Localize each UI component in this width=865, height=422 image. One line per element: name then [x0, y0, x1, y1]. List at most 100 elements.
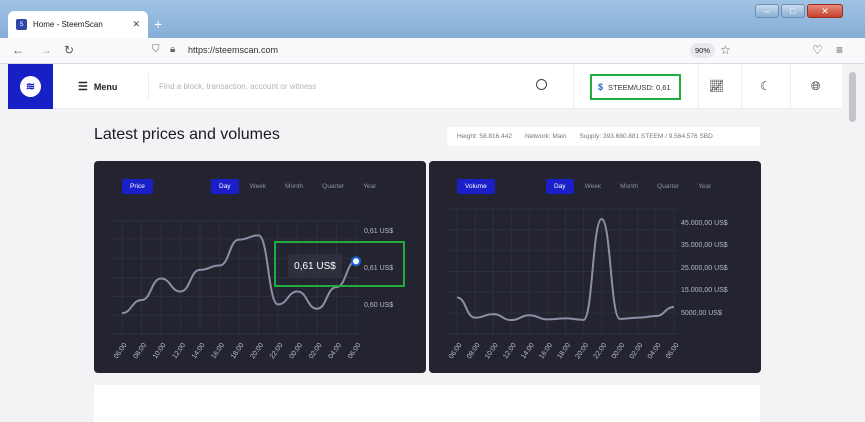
x-tick-label: 18:00 [556, 342, 572, 360]
header-divider [573, 64, 574, 109]
address-bar[interactable]: ⛉ 🔒︎ https://steemscan.com 90% ☆ [150, 41, 742, 61]
x-tick-label: 14:00 [191, 342, 207, 360]
tab-year[interactable]: Year [690, 179, 719, 194]
data-point [546, 318, 548, 320]
data-point [492, 313, 494, 315]
x-tick-label: 10:00 [484, 342, 500, 360]
y-tick-label: 25.000,00 US$ [681, 265, 728, 272]
scrollbar-thumb[interactable] [849, 72, 856, 122]
x-tick-label: 06:00 [448, 342, 464, 360]
browser-tab[interactable]: S Home - SteemScan ✕ [8, 11, 148, 38]
price-highlight-box [274, 241, 405, 287]
tab-year[interactable]: Year [355, 179, 384, 194]
x-tick-label: 06:00 [113, 342, 129, 360]
app-menu-icon[interactable]: ≡ [836, 43, 843, 57]
page-scrollbar[interactable] [842, 64, 865, 422]
data-point [565, 317, 567, 319]
search-icon[interactable] [536, 79, 547, 90]
price-range-tabs: Day Week Month Quarter Year [211, 179, 387, 194]
x-tick-label: 20:00 [574, 342, 590, 360]
bottom-card [94, 385, 760, 422]
x-tick-label: 04:00 [647, 342, 663, 360]
browser-tab-bar: S Home - SteemScan ✕ + – □ ✕ [0, 0, 865, 38]
x-tick-label: 14:00 [520, 342, 536, 360]
data-point [601, 218, 603, 220]
x-tick-label: 20:00 [249, 342, 265, 360]
header-divider [741, 64, 742, 109]
tab-close-icon[interactable]: ✕ [132, 19, 140, 30]
data-point [637, 317, 639, 319]
x-tick-label: 00:00 [288, 342, 304, 360]
tab-quarter[interactable]: Quarter [314, 179, 352, 194]
url-text[interactable]: https://steemscan.com [188, 45, 278, 55]
steem-logo-icon: ≋ [20, 76, 41, 97]
data-point [619, 318, 621, 320]
forward-arrow-icon[interactable]: → [40, 43, 52, 57]
y-tick-label: 35.000,00 US$ [681, 242, 728, 249]
price-badge: Price [122, 179, 153, 194]
volume-range-tabs: Day Week Month Quarter Year [546, 179, 722, 194]
data-point [277, 303, 279, 305]
x-tick-label: 10:00 [152, 342, 168, 360]
data-point [528, 314, 530, 316]
steemscan-favicon-icon: S [16, 19, 27, 30]
back-arrow-icon[interactable]: ← [12, 43, 24, 57]
data-point [583, 319, 585, 321]
chart-icon[interactable]: 📈︎ [709, 79, 724, 93]
chart-grid [447, 208, 679, 335]
tab-title: Home - SteemScan [33, 20, 103, 29]
zoom-level[interactable]: 90% [690, 43, 716, 58]
data-point [180, 290, 182, 292]
tab-week[interactable]: Week [242, 179, 275, 194]
maximize-button[interactable]: □ [781, 4, 805, 18]
y-tick-label: 45.000,00 US$ [681, 220, 728, 227]
browser-nav-bar: ← → ↻ ⛉ 🔒︎ https://steemscan.com 90% ☆ ♡… [0, 38, 865, 64]
shield-icon[interactable]: ⛉ [152, 44, 160, 55]
pocket-icon[interactable]: ♡ [812, 43, 823, 57]
network-name: Network: Main [524, 133, 567, 140]
y-tick-label: 0,61 US$ [364, 228, 393, 235]
header-divider [698, 64, 699, 109]
data-point [456, 296, 458, 298]
y-tick-label: 15.000,00 US$ [681, 287, 728, 294]
lock-icon[interactable]: 🔒︎ [170, 44, 175, 55]
volume-chart-card: 45.000,00 US$ 35.000,00 US$ 25.000,00 US$ 1… [429, 161, 761, 373]
x-tick-label: 16:00 [538, 342, 554, 360]
steem-price-indicator[interactable]: $ STEEM/USD: 0,61 [590, 74, 681, 100]
tab-day[interactable]: Day [211, 179, 239, 194]
dollar-icon: $ [598, 82, 604, 92]
minimize-button[interactable]: – [755, 4, 779, 18]
data-point [141, 299, 143, 301]
tab-week[interactable]: Week [577, 179, 610, 194]
tab-month[interactable]: Month [277, 179, 311, 194]
x-tick-label: 02:00 [629, 342, 645, 360]
data-point [297, 290, 299, 292]
network-stats: Height: 58.816.442 Network: Main Supply:… [447, 127, 760, 146]
menu-button[interactable]: ☰ Menu [78, 80, 117, 93]
steemscan-logo[interactable]: ≋ [8, 64, 53, 109]
data-point [655, 315, 657, 317]
block-height: Height: 58.816.442 [457, 133, 512, 140]
close-window-button[interactable]: ✕ [807, 4, 843, 18]
reload-icon[interactable]: ↻ [64, 43, 74, 57]
data-point [160, 278, 162, 280]
tab-month[interactable]: Month [612, 179, 646, 194]
globe-icon[interactable]: 🌐︎ [811, 79, 821, 93]
volume-badge: Volume [457, 179, 495, 194]
price-chart-card: 0,61 US$ 0,61 US$ 0,60 US$ 06:00 08:00 10:00 1… [94, 161, 426, 373]
new-tab-button[interactable]: + [154, 17, 162, 31]
search-input[interactable] [148, 73, 548, 99]
bookmark-star-icon[interactable]: ☆ [720, 43, 731, 57]
x-tick-label: 18:00 [230, 342, 246, 360]
menu-label: Menu [93, 81, 118, 92]
tab-quarter[interactable]: Quarter [649, 179, 687, 194]
x-tick-label: 08:00 [466, 342, 482, 360]
y-tick-label: 5000,00 US$ [681, 310, 722, 317]
data-point [474, 317, 476, 319]
x-tick-label: 02:00 [308, 342, 324, 360]
y-tick-label: 0,60 US$ [364, 302, 393, 309]
tab-day[interactable]: Day [546, 179, 574, 194]
dark-mode-moon-icon[interactable]: ☾ [760, 79, 771, 93]
x-tick-label: 16:00 [210, 342, 226, 360]
hamburger-icon: ☰ [78, 81, 88, 93]
